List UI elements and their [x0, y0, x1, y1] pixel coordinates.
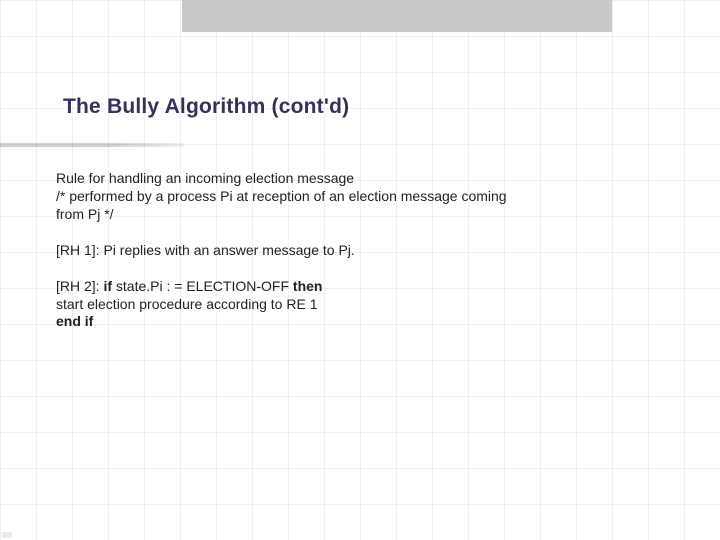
rule-line-1: Rule for handling an incoming election m…	[56, 170, 672, 188]
corner-accent	[2, 532, 12, 538]
slide-title: The Bully Algorithm (cont'd)	[63, 95, 349, 119]
rh1-text: [RH 1]: Pi replies with an answer messag…	[56, 242, 672, 260]
rule-heading-block: Rule for handling an incoming election m…	[56, 170, 672, 224]
rh2-block: [RH 2]: if state.Pi : = ELECTION-OFF the…	[56, 278, 672, 332]
title-underline	[0, 143, 184, 147]
rh1-block: [RH 1]: Pi replies with an answer messag…	[56, 242, 672, 260]
rh2-if: if	[103, 278, 112, 294]
rh2-label: [RH 2]:	[56, 278, 100, 294]
rh2-cond: state.Pi : = ELECTION-OFF	[116, 278, 289, 294]
rh2-then: then	[293, 278, 323, 294]
rh2-endif: end if	[56, 313, 672, 331]
slide-body: Rule for handling an incoming election m…	[56, 170, 672, 349]
rh2-line-2: start election procedure according to RE…	[56, 296, 672, 314]
rule-line-3: from Pj */	[56, 206, 672, 224]
header-grey-band	[182, 0, 612, 32]
rule-line-2: /* performed by a process Pi at receptio…	[56, 188, 672, 206]
rh2-line-1: [RH 2]: if state.Pi : = ELECTION-OFF the…	[56, 278, 672, 296]
slide-title-wrap: The Bully Algorithm (cont'd)	[63, 95, 349, 119]
